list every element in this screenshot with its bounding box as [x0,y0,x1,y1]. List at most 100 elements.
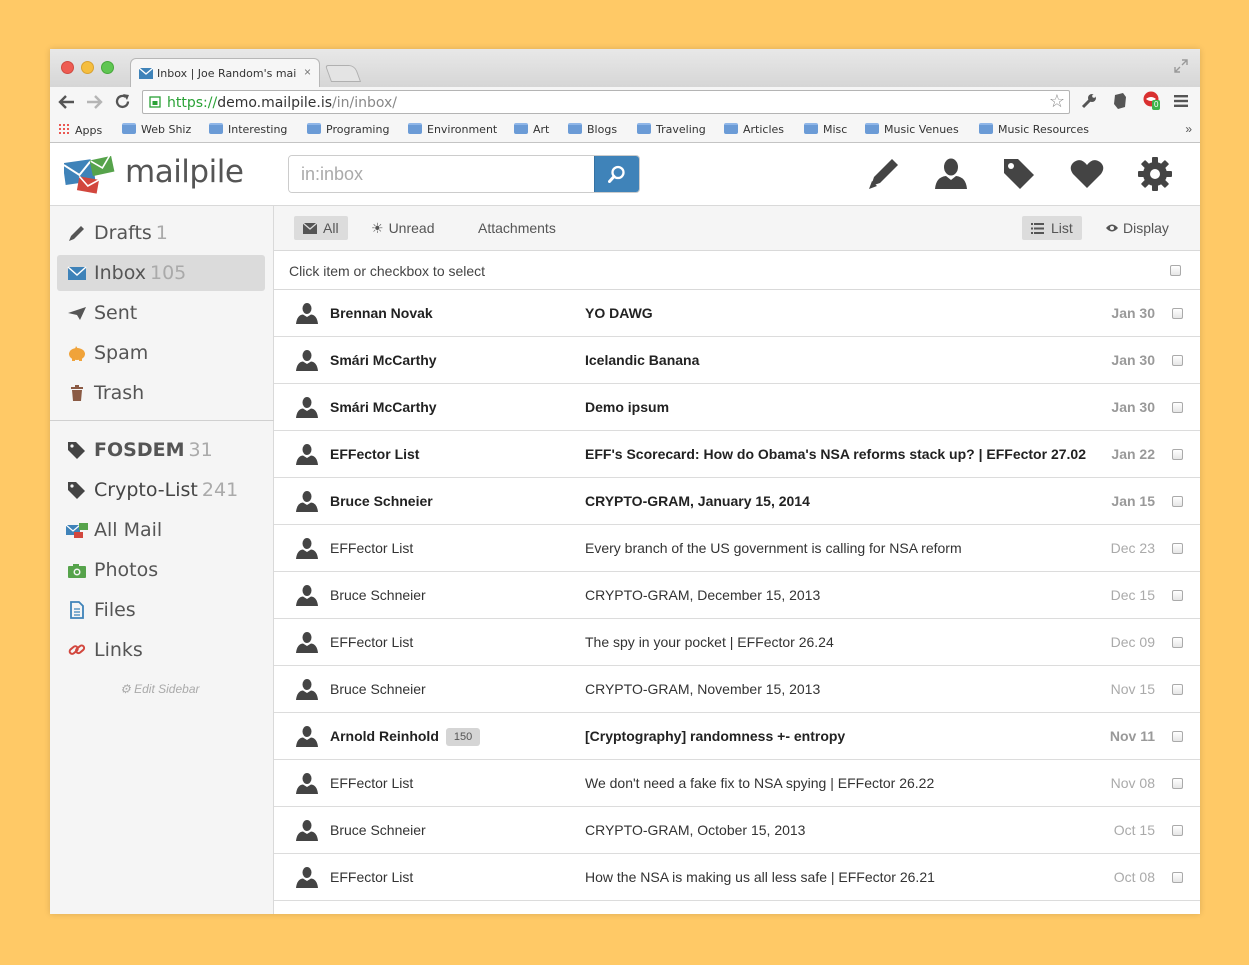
settings-gear-icon[interactable] [1137,156,1173,192]
folder-icon [637,123,651,134]
address-bar[interactable]: https://demo.mailpile.is/in/inbox/ ☆ [142,90,1070,114]
view-list-button[interactable]: List [1022,216,1082,240]
message-checkbox[interactable] [1172,402,1183,413]
message-checkbox[interactable] [1172,496,1183,507]
bookmark-folder[interactable]: Music Resources [979,123,1089,136]
bookmark-apps[interactable]: Apps [58,123,102,137]
sidebar-item-label: Sent [94,302,138,324]
select-all-checkbox[interactable] [1170,265,1181,276]
bookmark-folder[interactable]: Articles [724,123,784,136]
message-date: Jan 30 [1111,399,1155,415]
contacts-person-icon[interactable] [933,156,969,192]
minimize-window-button[interactable] [81,61,94,74]
bookmark-folder[interactable]: Interesting [209,123,287,136]
sidebar-tag-fosdem[interactable]: FOSDEM 31 [57,432,265,468]
filter-toolbar: All ☀ Unread Attachments List Display [274,206,1200,251]
message-row[interactable]: Smári McCarthy Demo ipsum Jan 30 [274,384,1200,431]
bookmark-folder[interactable]: Programing [307,123,389,136]
evernote-icon[interactable] [1112,92,1128,110]
sun-icon: ☀ [371,220,384,236]
message-checkbox[interactable] [1172,449,1183,460]
message-row[interactable]: EFFector List Every branch of the US gov… [274,525,1200,572]
message-checkbox[interactable] [1172,543,1183,554]
bookmark-folder[interactable]: Environment [408,123,497,136]
mailpile-logo-icon[interactable] [64,156,118,194]
sidebar-item-drafts[interactable]: Drafts 1 [57,215,265,251]
heart-icon[interactable] [1069,156,1105,192]
bookmark-star-icon[interactable]: ☆ [1049,91,1065,112]
mailpile-logo-text[interactable]: mailpile [125,154,244,190]
browser-tab[interactable]: Inbox | Joe Random's mail × [130,58,320,87]
filter-unread-button[interactable]: ☀ Unread [362,216,443,240]
message-checkbox[interactable] [1172,778,1183,789]
message-sender: Smári McCarthy [330,399,437,415]
search-button[interactable] [594,156,639,192]
message-checkbox[interactable] [1172,355,1183,366]
edit-sidebar-link[interactable]: ⚙ Edit Sidebar [120,682,199,696]
sidebar-item-links[interactable]: Links [57,632,265,668]
message-sender: Smári McCarthy [330,352,437,368]
new-tab-button[interactable] [324,65,362,82]
message-row[interactable]: Bruce Schneier CRYPTO-GRAM, October 15, … [274,807,1200,854]
fullscreen-icon[interactable] [1174,59,1188,73]
display-options-button[interactable]: Display [1096,216,1178,240]
bookmark-folder[interactable]: Traveling [637,123,706,136]
search-input[interactable] [289,156,595,192]
message-checkbox[interactable] [1172,308,1183,319]
message-checkbox[interactable] [1172,637,1183,648]
message-checkbox[interactable] [1172,684,1183,695]
tab-title: Inbox | Joe Random's mail [157,67,297,80]
message-row[interactable]: Bruce Schneier CRYPTO-GRAM, November 15,… [274,666,1200,713]
message-checkbox[interactable] [1172,590,1183,601]
bookmarks-overflow-button[interactable]: » [1185,122,1192,136]
message-row[interactable]: EFFector List We don't need a fake fix t… [274,760,1200,807]
message-row[interactable]: Bruce Schneier CRYPTO-GRAM, December 15,… [274,572,1200,619]
bookmark-folder[interactable]: Blogs [568,123,617,136]
sidebar-item-photos[interactable]: Photos [57,552,265,588]
filter-all-button[interactable]: All [294,216,348,240]
message-checkbox[interactable] [1172,872,1183,883]
sidebar-item-all-mail[interactable]: All Mail [57,512,265,548]
message-sender: EFFector List [330,634,414,650]
close-window-button[interactable] [61,61,74,74]
bookmark-folder[interactable]: Art [514,123,549,136]
message-row[interactable]: EFFector List How the NSA is making us a… [274,854,1200,901]
message-row[interactable]: Smári McCarthy Icelandic Banana Jan 30 [274,337,1200,384]
message-checkbox[interactable] [1172,825,1183,836]
wrench-icon[interactable] [1080,92,1098,110]
filter-attachments-button[interactable]: Attachments [469,216,565,240]
person-avatar-icon [296,820,318,841]
message-row[interactable]: Bruce Schneier CRYPTO-GRAM, January 15, … [274,478,1200,525]
folder-icon [724,123,738,134]
bookmark-folder[interactable]: Misc [804,123,847,136]
message-row[interactable]: EFFector List The spy in your pocket | E… [274,619,1200,666]
sidebar-tag-crypto-list[interactable]: Crypto-List 241 [57,472,265,508]
message-row[interactable]: Arnold Reinhold 150 [Cryptography] random… [274,713,1200,760]
tab-close-icon[interactable]: × [304,65,311,79]
sidebar-item-count: 105 [150,262,187,284]
message-date: Jan 30 [1111,352,1155,368]
extension-lips-icon[interactable]: 0 [1142,91,1162,111]
sidebar-item-label: Spam [94,342,149,364]
sidebar-item-trash[interactable]: Trash [57,375,265,411]
message-row[interactable]: EFFector List EFF's Scorecard: How do Ob… [274,431,1200,478]
document-icon [70,601,84,619]
bookmark-folder[interactable]: Web Shiz [122,123,191,136]
reload-icon[interactable] [114,93,131,110]
compose-pencil-icon[interactable] [865,156,901,192]
folder-icon [514,123,528,134]
menu-icon[interactable] [1174,94,1188,108]
app-header: mailpile [50,144,1200,206]
thread-count-badge: 150 [445,728,481,746]
message-row[interactable]: Brennan Novak YO DAWG Jan 30 [274,290,1200,337]
message-checkbox[interactable] [1172,731,1183,742]
forward-arrow-icon[interactable] [86,94,103,110]
zoom-window-button[interactable] [101,61,114,74]
sidebar-item-sent[interactable]: Sent [57,295,265,331]
bookmark-folder[interactable]: Music Venues [865,123,959,136]
sidebar-item-files[interactable]: Files [57,592,265,628]
sidebar-item-inbox[interactable]: Inbox 105 [57,255,265,291]
tags-icon[interactable] [1001,156,1037,192]
back-arrow-icon[interactable] [58,94,75,110]
sidebar-item-spam[interactable]: Spam [57,335,265,371]
